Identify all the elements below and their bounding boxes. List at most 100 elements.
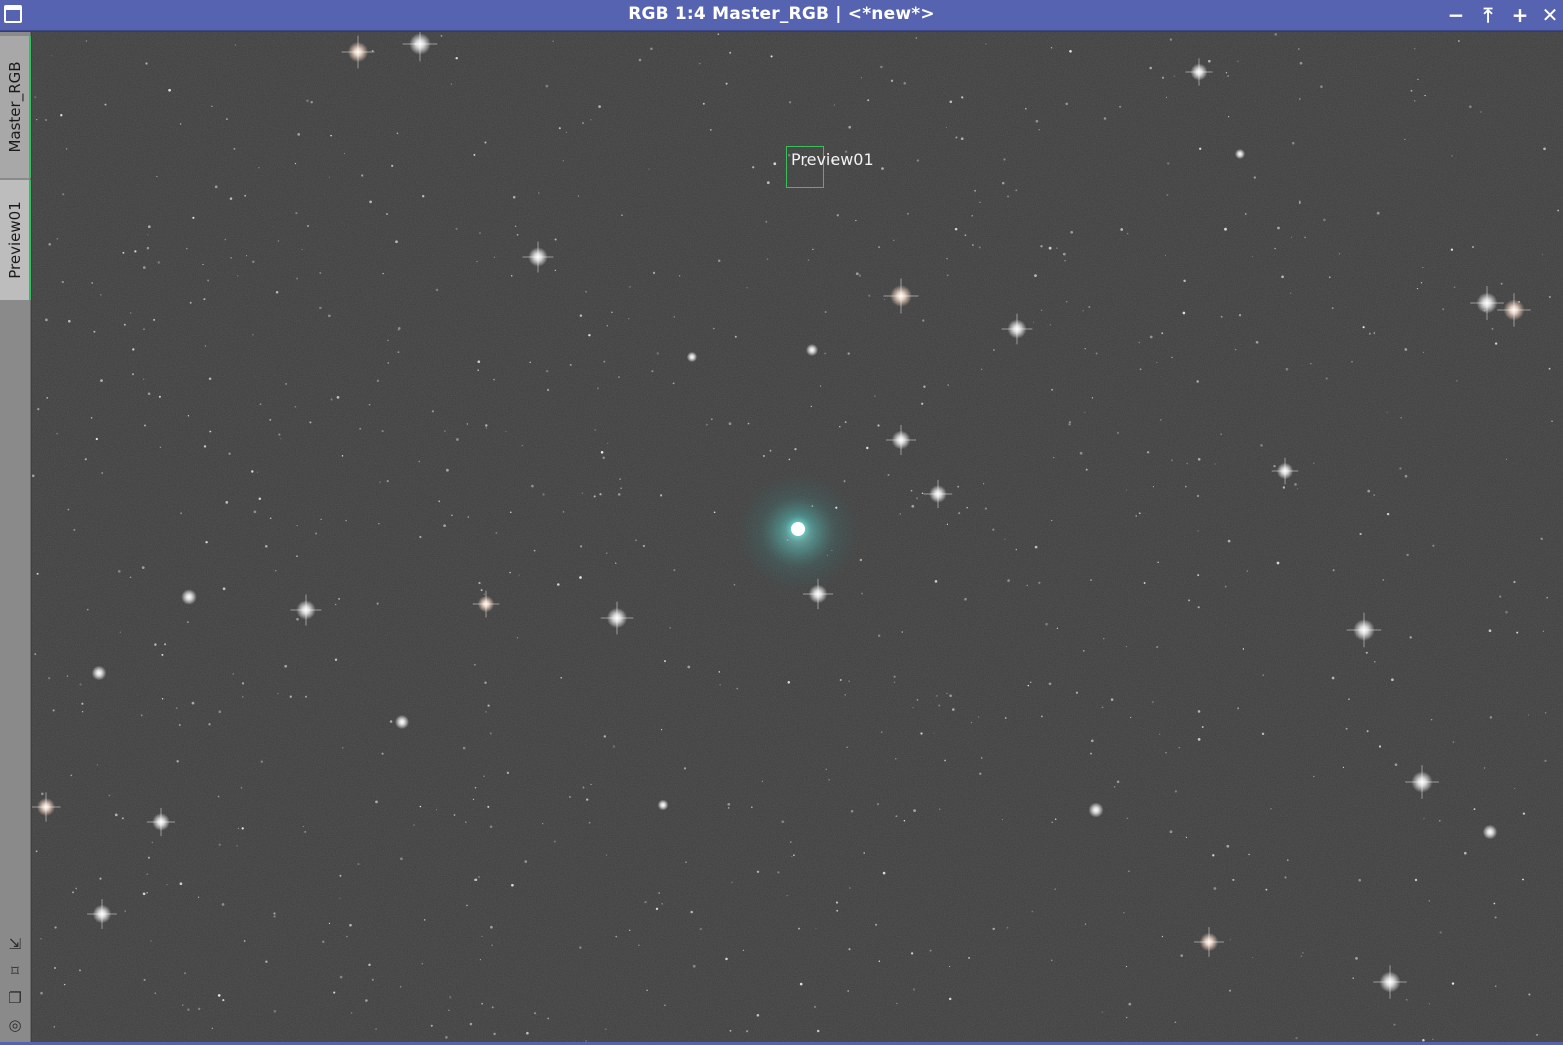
faint-star — [1451, 155, 1453, 157]
faint-star — [1274, 33, 1278, 36]
faint-star — [296, 524, 298, 527]
fit-view-icon[interactable]: ⌑ — [5, 961, 25, 981]
image-viewport[interactable]: Preview01 — [32, 32, 1563, 1045]
faint-star — [1430, 718, 1433, 721]
faint-star — [413, 824, 415, 826]
maximize-button[interactable]: ⤒ — [1476, 3, 1500, 27]
faint-star — [510, 511, 512, 514]
faint-star — [202, 263, 204, 266]
faint-star — [727, 807, 730, 809]
faint-star — [395, 240, 398, 244]
faint-star — [948, 997, 952, 1001]
faint-star — [1174, 1021, 1177, 1024]
title-bar[interactable]: RGB 1:4 Master_RGB | <*new*> − ⤒ + ✕ — [0, 0, 1563, 31]
faint-star — [1505, 610, 1508, 614]
faint-star — [485, 710, 487, 713]
faint-star — [1227, 116, 1230, 118]
faint-star — [1545, 712, 1547, 714]
faint-star — [521, 444, 524, 447]
faint-star — [766, 258, 769, 260]
faint-star — [1298, 202, 1301, 204]
faint-star — [713, 327, 715, 330]
faint-star — [1001, 181, 1005, 185]
faint-star — [615, 562, 617, 564]
faint-star — [421, 194, 425, 198]
faint-star — [1197, 710, 1201, 713]
faint-star — [1368, 332, 1371, 335]
faint-star — [1473, 808, 1476, 811]
faint-star — [1494, 916, 1497, 919]
tab-preview01[interactable]: Preview01 — [0, 180, 31, 300]
faint-star — [253, 510, 257, 514]
faint-star — [187, 415, 190, 417]
faint-star — [51, 54, 53, 56]
faint-star — [946, 692, 948, 694]
faint-star — [86, 608, 89, 611]
faint-star — [285, 382, 288, 385]
faint-star — [812, 248, 814, 250]
faint-star — [1199, 147, 1202, 150]
faint-star — [333, 991, 336, 994]
faint-star — [1450, 248, 1454, 251]
faint-star — [1220, 315, 1223, 318]
faint-star — [214, 185, 218, 189]
faint-star — [1331, 676, 1335, 680]
close-button[interactable]: ✕ — [1538, 3, 1562, 27]
target-icon[interactable]: ◎ — [5, 1015, 25, 1035]
tab-master-rgb[interactable]: Master_RGB — [0, 36, 31, 178]
faint-star — [336, 396, 340, 399]
faint-star — [1394, 763, 1398, 766]
faint-star — [529, 361, 531, 364]
faint-star — [797, 927, 801, 930]
faint-star — [1313, 775, 1315, 778]
shrink-arrow-icon[interactable]: ⇲ — [5, 934, 25, 954]
faint-star — [876, 803, 880, 806]
faint-star — [1285, 367, 1289, 371]
faint-star — [491, 1006, 494, 1009]
faint-star — [588, 333, 591, 337]
zoom-button[interactable]: + — [1508, 3, 1532, 27]
faint-star — [946, 258, 948, 260]
faint-star — [37, 407, 40, 411]
faint-star — [1213, 887, 1217, 890]
faint-star — [1054, 888, 1056, 890]
shade-button[interactable]: − — [1444, 3, 1468, 27]
faint-star — [1119, 105, 1122, 108]
faint-star — [445, 1036, 448, 1039]
faint-star — [634, 539, 637, 542]
faint-star — [381, 752, 384, 755]
faint-star — [382, 272, 384, 275]
faint-star — [1197, 530, 1199, 532]
faint-star — [440, 34, 443, 37]
faint-star — [1178, 746, 1181, 749]
faint-star — [258, 497, 262, 500]
faint-star — [833, 104, 835, 106]
faint-star — [65, 148, 68, 150]
faint-star — [132, 348, 135, 351]
faint-star — [376, 602, 379, 605]
faint-star — [569, 363, 572, 366]
faint-star — [483, 775, 485, 777]
faint-star — [1197, 606, 1200, 609]
faint-star — [1332, 569, 1335, 572]
faint-star — [964, 597, 967, 601]
faint-star — [129, 576, 132, 579]
faint-star — [70, 774, 73, 777]
window-title: RGB 1:4 Master_RGB | <*new*> — [628, 4, 935, 24]
faint-star — [154, 992, 156, 994]
faint-star — [378, 523, 380, 525]
faint-star — [449, 996, 452, 999]
faint-star — [939, 808, 941, 810]
faint-star — [258, 167, 260, 169]
clone-icon[interactable]: ❐ — [5, 988, 25, 1008]
faint-star — [617, 493, 621, 496]
faint-star — [1468, 105, 1472, 109]
faint-star — [217, 994, 221, 997]
faint-star — [142, 266, 146, 269]
faint-star — [1062, 252, 1066, 256]
faint-star — [119, 631, 121, 633]
faint-star — [1197, 458, 1201, 461]
faint-star — [101, 472, 104, 474]
faint-star — [621, 214, 623, 217]
faint-star — [265, 960, 268, 963]
